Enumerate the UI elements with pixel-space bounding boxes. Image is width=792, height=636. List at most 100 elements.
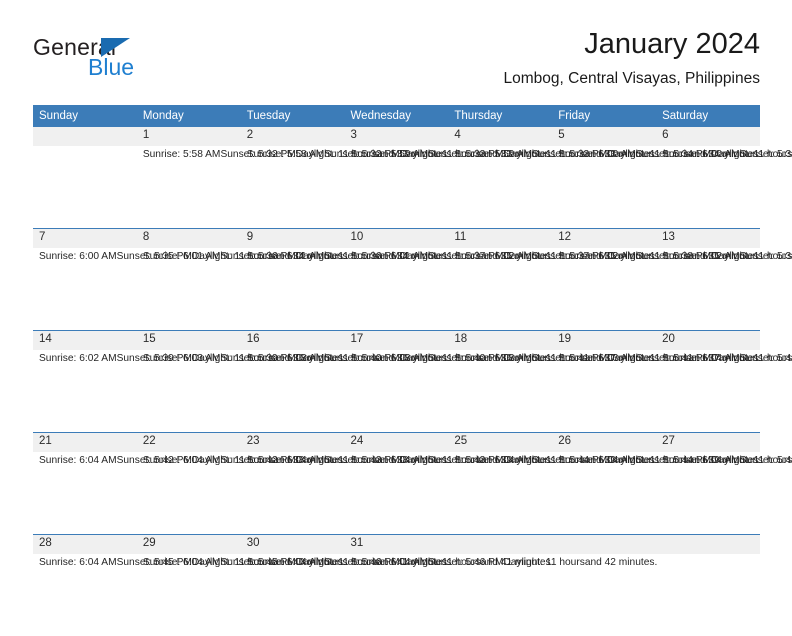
week-daynumber-row: 14 15 16 17 18 19 20 bbox=[33, 330, 760, 350]
week-daynumber-row: 21 22 23 24 25 26 27 bbox=[33, 432, 760, 452]
day-number-cell[interactable]: 12 bbox=[552, 228, 657, 248]
day-info-cell: Sunrise: 6:03 AMSunset: 5:40 PMDaylight:… bbox=[344, 350, 657, 433]
week-info-row: Sunrise: 6:04 AMSunset: 5:45 PMDaylight:… bbox=[33, 554, 760, 636]
day-info-cell: Sunrise: 6:04 AMSunset: 5:43 PMDaylight:… bbox=[240, 452, 553, 535]
day-info-cell: Sunrise: 6:01 AMSunset: 5:36 PMDaylight:… bbox=[240, 248, 553, 331]
week-info-row: Sunrise: 6:04 AMSunset: 5:42 PMDaylight:… bbox=[33, 452, 792, 535]
day-number-cell[interactable]: 21 bbox=[33, 432, 137, 452]
day-info-cell: Sunrise: 6:03 AMSunset: 5:40 PMDaylight:… bbox=[240, 350, 553, 433]
day-sunrise-text: Sunrise: 6:03 AM bbox=[350, 353, 429, 364]
day-number-cell[interactable]: 13 bbox=[656, 228, 760, 248]
general-blue-logo[interactable]: General Blue bbox=[33, 36, 213, 86]
day-number-cell[interactable]: 24 bbox=[344, 432, 449, 452]
day-sunset-text: Sunset: 5:34 PM bbox=[739, 149, 792, 160]
day-number-cell[interactable]: 28 bbox=[33, 534, 137, 554]
day-sunrise-text: Sunrise: 6:04 AM bbox=[558, 455, 636, 466]
day-info-cell: Sunrise: 6:04 AMSunset: 5:45 PMDaylight:… bbox=[136, 554, 450, 636]
day-number-empty bbox=[448, 534, 553, 554]
day-sunrise-text: Sunrise: 6:00 AM bbox=[662, 149, 740, 160]
day-info-cell: Sunrise: 6:04 AMSunset: 5:45 PMDaylight:… bbox=[33, 554, 346, 636]
day-sunrise-text: Sunrise: 6:03 AM bbox=[454, 353, 532, 364]
day-number-cell[interactable]: 29 bbox=[136, 534, 241, 554]
day-number-cell[interactable]: 5 bbox=[552, 127, 657, 146]
day-info-cell: Sunrise: 6:02 AMSunset: 5:39 PMDaylight:… bbox=[33, 350, 346, 433]
calendar-header-row: Sunday Monday Tuesday Wednesday Thursday Frid… bbox=[33, 105, 760, 127]
day-info-cell: Sunrise: 6:03 AMSunset: 5:41 PMDaylight:… bbox=[448, 350, 761, 433]
day-info-cell: Sunrise: 6:02 AMSunset: 5:37 PMDaylight:… bbox=[448, 248, 761, 331]
day-number-cell[interactable]: 9 bbox=[240, 228, 345, 248]
day-number-cell[interactable]: 22 bbox=[136, 432, 241, 452]
day-number-cell[interactable]: 25 bbox=[448, 432, 553, 452]
week-info-row: Sunrise: 6:00 AMSunset: 5:35 PMDaylight:… bbox=[33, 248, 792, 331]
day-info-cell: Sunrise: 6:04 AMSunset: 5:45 PMDaylight:… bbox=[656, 452, 792, 535]
day-sunrise-text: Sunrise: 6:02 AM bbox=[454, 251, 532, 262]
day-sunrise-text: Sunrise: 6:02 AM bbox=[558, 251, 636, 262]
day-number-cell[interactable]: 20 bbox=[656, 330, 760, 350]
day-sunrise-text: Sunrise: 6:01 AM bbox=[350, 251, 429, 262]
day-info-cell: Sunrise: 6:04 AMSunset: 5:43 PMDaylight:… bbox=[344, 452, 657, 535]
day-daylight-text: and 42 minutes. bbox=[584, 557, 658, 568]
day-number-cell[interactable]: 19 bbox=[552, 330, 657, 350]
day-number-empty bbox=[552, 534, 657, 554]
day-sunrise-text: Sunrise: 6:00 AM bbox=[39, 251, 117, 262]
day-number-cell[interactable]: 16 bbox=[240, 330, 345, 350]
day-info-cell: Sunrise: 6:04 AMSunset: 5:42 PMDaylight:… bbox=[33, 452, 346, 535]
day-info-cell: Sunrise: 6:03 AMSunset: 5:39 PMDaylight:… bbox=[136, 350, 450, 433]
day-number-cell[interactable]: 30 bbox=[240, 534, 345, 554]
day-number-cell[interactable]: 15 bbox=[136, 330, 241, 350]
day-info-cell: Sunrise: 6:04 AMSunset: 5:44 PMDaylight:… bbox=[552, 452, 792, 535]
day-info-cell: Sunrise: 6:04 AMSunset: 5:44 PMDaylight:… bbox=[448, 452, 761, 535]
day-number-cell[interactable]: 4 bbox=[448, 127, 553, 146]
day-number-cell[interactable]: 23 bbox=[240, 432, 345, 452]
day-number-cell[interactable]: 7 bbox=[33, 228, 137, 248]
weekday-header-friday: Friday bbox=[552, 105, 657, 127]
day-number-cell[interactable]: 8 bbox=[136, 228, 241, 248]
day-info-cell: Sunrise: 5:59 AMSunset: 5:33 PMDaylight:… bbox=[448, 146, 761, 229]
day-info-empty bbox=[656, 554, 760, 636]
day-sunset-text: Sunset: 5:38 PM bbox=[739, 251, 792, 262]
day-number-cell[interactable]: 11 bbox=[448, 228, 553, 248]
day-sunrise-text: Sunrise: 6:04 AM bbox=[662, 353, 740, 364]
day-number-cell[interactable]: 6 bbox=[656, 127, 760, 146]
day-sunrise-text: Sunrise: 6:03 AM bbox=[246, 353, 325, 364]
day-info-cell: Sunrise: 6:04 AMSunset: 5:46 PMDaylight:… bbox=[240, 554, 553, 636]
day-sunset-text: Sunset: 5:45 PM bbox=[739, 455, 792, 466]
calendar-table: Sunday Monday Tuesday Wednesday Thursday Frid… bbox=[33, 105, 792, 636]
day-number-cell[interactable]: 31 bbox=[344, 534, 449, 554]
day-sunrise-text: Sunrise: 6:04 AM bbox=[454, 455, 532, 466]
day-info-cell: Sunrise: 5:58 AMSunset: 5:32 PMDaylight:… bbox=[240, 146, 553, 229]
day-number-cell[interactable]: 1 bbox=[136, 127, 241, 146]
day-sunrise-text: Sunrise: 6:04 AM bbox=[39, 557, 117, 568]
week-info-row: Sunrise: 6:02 AMSunset: 5:39 PMDaylight:… bbox=[33, 350, 792, 433]
day-sunrise-text: Sunrise: 6:04 AM bbox=[246, 455, 325, 466]
day-number-cell[interactable]: 14 bbox=[33, 330, 137, 350]
day-number-cell[interactable]: 3 bbox=[344, 127, 449, 146]
day-sunrise-text: Sunrise: 6:04 AM bbox=[350, 557, 429, 568]
week-daynumber-row: 7 8 9 10 11 12 13 bbox=[33, 228, 760, 248]
day-sunrise-text: Sunrise: 6:03 AM bbox=[142, 353, 221, 364]
day-info-cell: Sunrise: 6:01 AMSunset: 5:37 PMDaylight:… bbox=[344, 248, 657, 331]
day-sunrise-text: Sunrise: 6:04 AM bbox=[246, 557, 325, 568]
day-number-cell[interactable]: 2 bbox=[240, 127, 345, 146]
day-info-cell: Sunrise: 6:00 AMSunset: 5:35 PMDaylight:… bbox=[33, 248, 346, 331]
day-number-cell[interactable]: 10 bbox=[344, 228, 449, 248]
title-block: January 2024 Lombog, Central Visayas, Ph… bbox=[504, 28, 760, 89]
day-sunrise-text: Sunrise: 6:02 AM bbox=[39, 353, 117, 364]
page-header: General Blue January 2024 Lombog, Centra… bbox=[33, 28, 760, 96]
day-number-cell[interactable]: 18 bbox=[448, 330, 553, 350]
calendar-page: General Blue January 2024 Lombog, Centra… bbox=[0, 0, 792, 636]
day-number-cell[interactable]: 27 bbox=[656, 432, 760, 452]
day-sunrise-text: Sunrise: 6:04 AM bbox=[142, 557, 221, 568]
day-info-cell: Sunrise: 6:04 AMSunset: 5:42 PMDaylight:… bbox=[136, 452, 450, 535]
day-number-empty bbox=[656, 534, 760, 554]
day-sunrise-text: Sunrise: 6:02 AM bbox=[662, 251, 740, 262]
day-info-empty bbox=[33, 146, 137, 229]
day-number-empty bbox=[33, 127, 137, 146]
day-sunrise-text: Sunrise: 6:03 AM bbox=[558, 353, 636, 364]
day-number-cell[interactable]: 26 bbox=[552, 432, 657, 452]
week-daynumber-row: 123456 bbox=[33, 127, 760, 146]
day-sunrise-text: Sunrise: 6:01 AM bbox=[142, 251, 221, 262]
day-info-cell: Sunrise: 6:00 AMSunset: 5:34 PMDaylight:… bbox=[656, 146, 792, 229]
day-number-cell[interactable]: 17 bbox=[344, 330, 449, 350]
day-sunrise-text: Sunrise: 6:00 AM bbox=[558, 149, 636, 160]
